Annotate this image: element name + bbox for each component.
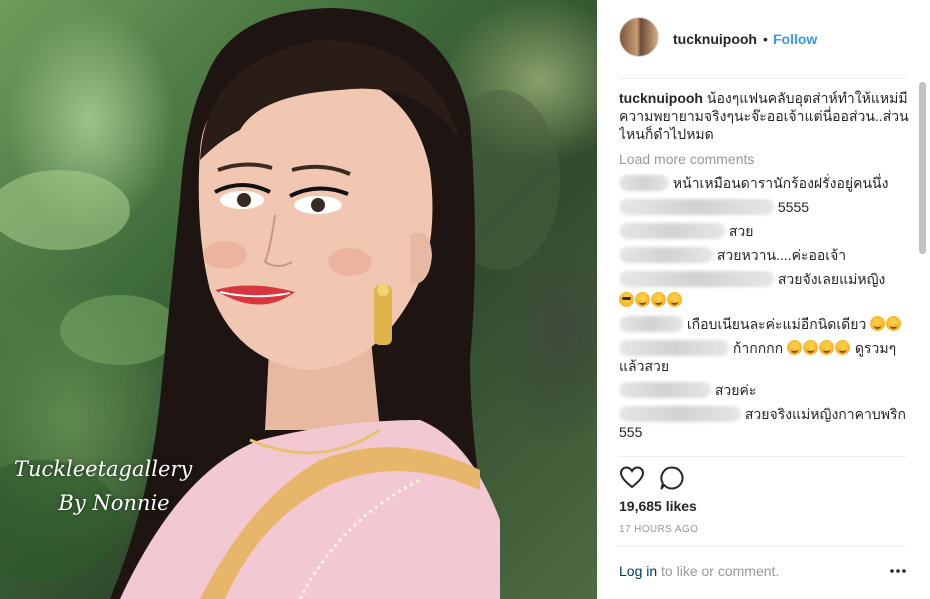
comments-scrollbar[interactable] [919,82,926,254]
comment-text: สวยค่ะ [714,382,757,398]
grin-emoji-icon [886,316,902,331]
avatar[interactable] [619,17,659,57]
grin-emoji-icon [870,316,886,331]
header-separator: • [763,31,768,47]
smile-emoji-icon [667,292,682,307]
post-timestamp[interactable]: 17 HOURS AGO [619,524,698,535]
comment-item: หน้าเหมือนดารานักร้องฝรั่งอยู่คนนึ่ง [619,174,911,192]
redacted-username [619,340,729,356]
redacted-username [619,175,669,191]
comment-item: ก้ากกกก ดูรวมๆแล้วสวย [619,339,911,375]
comment-text: หน้าเหมือนดารานักร้องฝรั่งอยู่คนนึ่ง [672,175,889,191]
comment-item: สวยค่ะ [619,381,911,399]
likes-count[interactable]: 19,685 likes [619,498,697,514]
redacted-username [619,382,711,398]
comment-text: สวย [728,223,754,239]
redacted-username [619,316,683,332]
sunglasses-emoji-icon [619,292,634,307]
comment-text: สวยจังเลยแม่หญิง [777,271,886,287]
header-username[interactable]: tucknuipooh [673,31,757,47]
watermark-line-1: Tuckleetagallery [14,457,193,481]
footer-divider [619,546,907,547]
comment-icon[interactable] [659,465,685,491]
post-caption: tucknuipooh น้องๆแฟนคลับอุตส่าห์ทำให้แหม… [619,89,911,143]
post-header: tucknuipooh • Follow [597,0,930,78]
smile-emoji-icon [635,292,650,307]
login-suffix: to like or comment. [657,563,780,579]
actions-divider [619,456,907,457]
watermark: Tuckleetagallery By Nonnie [14,452,193,520]
comment-item: 5555 [619,198,911,216]
follow-button[interactable]: Follow [773,31,817,47]
login-link[interactable]: Log in [619,563,657,579]
redacted-username [619,223,725,239]
redacted-username [619,199,774,215]
comments-list[interactable]: tucknuipooh น้องๆแฟนคลับอุตส่าห์ทำให้แหม… [619,89,911,455]
heart-icon[interactable] [619,465,645,491]
comment-text: 5555 [777,199,810,215]
caption-username[interactable]: tucknuipooh [619,90,703,106]
comment-item: สวยหวาน....ค่ะออเจ้า [619,246,911,264]
redacted-username [619,247,713,263]
grin-emoji-icon [819,340,835,355]
smile-emoji-icon [651,292,666,307]
grin-emoji-icon [787,340,803,355]
comment-item: สวย [619,222,911,240]
more-options-icon[interactable] [887,562,909,580]
comment-item: สวยจริงแม่หญิงกาคาบพริก 555 [619,405,911,441]
post-photo[interactable]: Tuckleetagallery By Nonnie [0,0,597,599]
load-more-comments-button[interactable]: Load more comments [619,150,911,168]
grin-emoji-icon [803,340,819,355]
grin-emoji-icon [835,340,851,355]
comment-text: สวยหวาน....ค่ะออเจ้า [716,247,847,263]
comment-text: ก้ากกกก [732,340,784,356]
comment-item: เกือบเนียนละค่ะแม่อีกนิดเดียว [619,315,911,333]
comment-emoji-row [619,291,911,309]
comment-text: เกือบเนียนละค่ะแม่อีกนิดเดียว [686,316,867,332]
comment-item: สวยจังเลยแม่หญิง [619,270,911,309]
header-divider [619,78,907,79]
post-side-panel: tucknuipooh • Follow tucknuipooh น้องๆแฟ… [597,0,930,599]
redacted-username [619,271,774,287]
login-prompt: Log in to like or comment. [619,563,779,579]
redacted-username [619,406,741,422]
watermark-line-2: By Nonnie [58,491,170,515]
